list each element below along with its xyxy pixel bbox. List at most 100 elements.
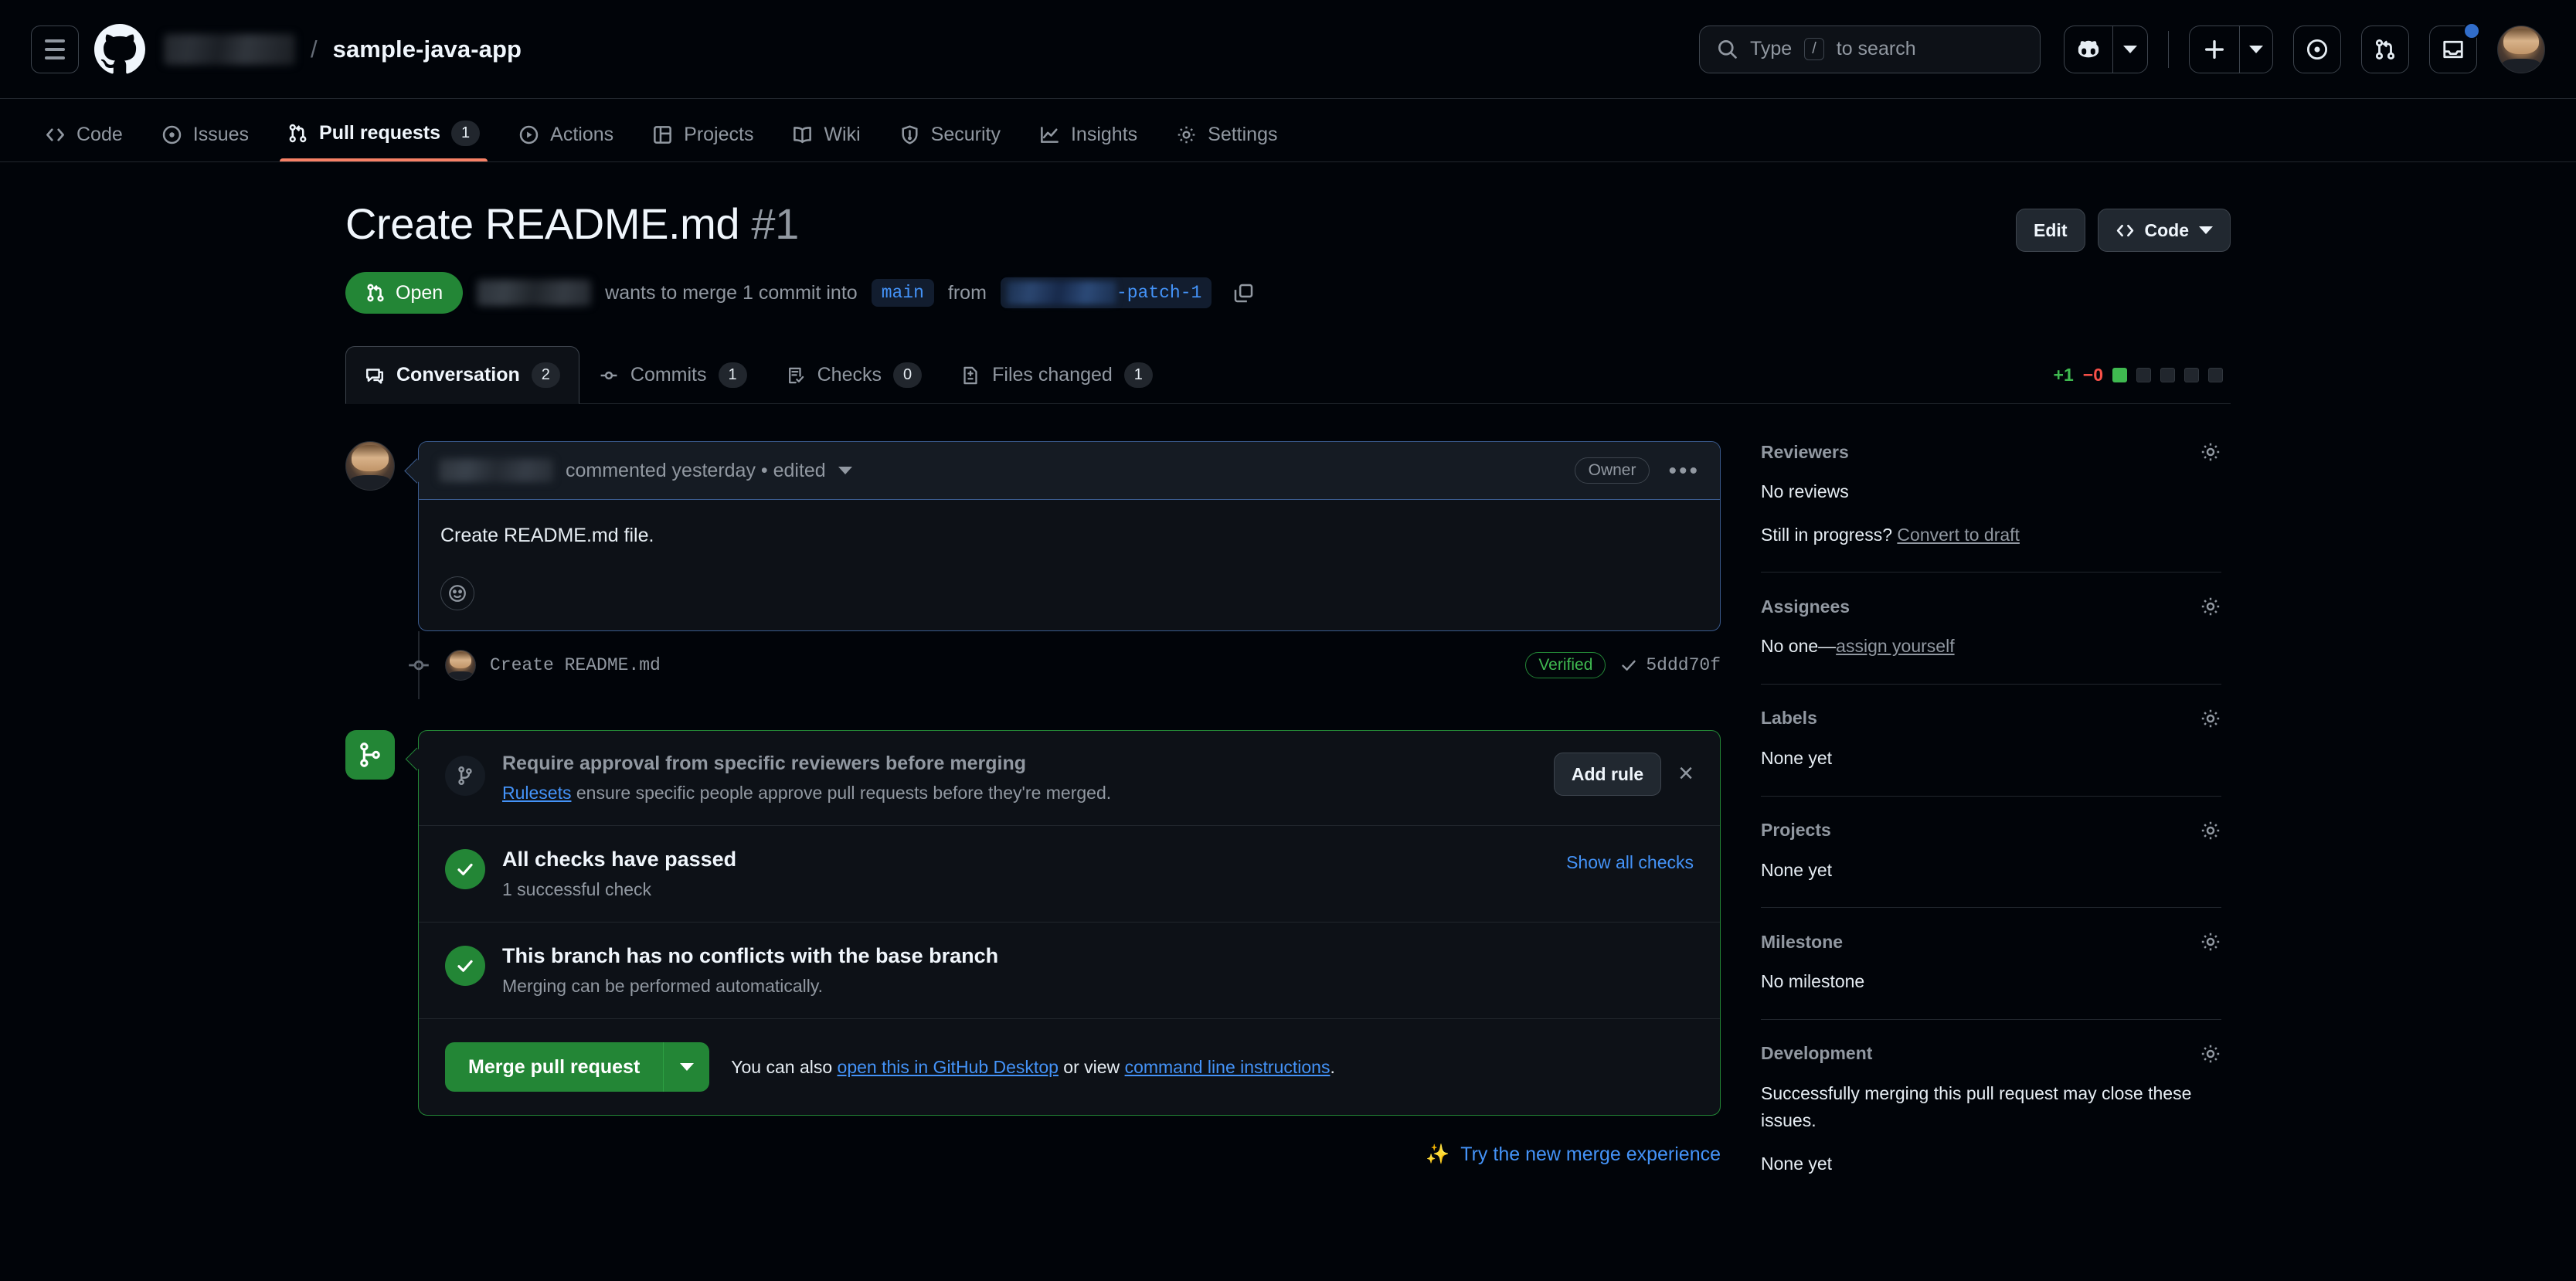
user-avatar[interactable] [2497,25,2545,73]
add-reaction-button[interactable] [440,576,474,610]
nav-label: Code [76,124,123,146]
try-new-merge-experience[interactable]: ✨ Try the new merge experience [345,1143,1721,1166]
checklist-icon [786,365,806,386]
merge-pull-request-button[interactable]: Merge pull request [445,1042,663,1092]
code-button[interactable]: Code [2098,209,2231,252]
pr-sidebar: Reviewers No reviews Still in progress? … [1761,441,2221,1225]
conversation-column: commented yesterday • edited Owner ••• C… [345,441,1721,1225]
commit-meta: Verified 5ddd70f [1525,652,1721,678]
command-line-instructions-link[interactable]: command line instructions [1125,1057,1330,1077]
gear-icon[interactable] [2200,820,2221,841]
tab-files-changed[interactable]: Files changed 1 [941,346,1172,404]
tab-label: Files changed [992,364,1113,386]
commit-message[interactable]: Create README.md [490,655,661,675]
commit-author-avatar[interactable] [445,650,476,681]
copilot-dropdown-button[interactable] [2112,25,2148,73]
tab-counter: 2 [532,362,560,388]
sidebar-section-assignees: Assignees No one—assign yourself [1761,596,2221,685]
nav-label: Wiki [824,124,860,146]
code-button-label: Code [2145,220,2190,241]
chevron-down-icon [2249,46,2263,53]
sidebar-section-milestone: Milestone No milestone [1761,931,2221,1020]
head-branch-label[interactable]: -patch-1 [1001,277,1212,308]
pr-header: Create README.md #1 Edit Code [345,199,2231,252]
nav-item-code[interactable]: Code [31,124,137,161]
status-badge: Open [345,272,463,314]
tab-counter: 1 [719,362,747,388]
gear-icon[interactable] [2200,1043,2221,1065]
comment-author-redacted[interactable] [439,459,553,482]
checks-status-section: All checks have passed 1 successful chec… [419,826,1720,923]
add-rule-button[interactable]: Add rule [1554,753,1661,796]
nav-item-pull-requests[interactable]: Pull requests 1 [274,121,494,161]
repo-owner-redacted[interactable] [164,34,295,65]
nav-item-settings[interactable]: Settings [1162,124,1291,161]
timeline: Create README.md Verified 5ddd70f [418,631,1721,699]
show-all-checks-link[interactable]: Show all checks [1566,848,1694,873]
sidebar-section-labels: Labels None yet [1761,708,2221,797]
close-icon[interactable]: × [1678,763,1694,784]
nav-label: Pull requests [319,122,440,144]
ruleset-desc-text: ensure specific people approve pull requ… [571,783,1111,803]
sidebar-section-development: Development Successfully merging this pu… [1761,1043,2221,1201]
pr-author-redacted[interactable] [477,280,591,306]
tab-counter: 0 [893,362,922,388]
gear-glyph [2200,820,2221,841]
commit-timeline-item: Create README.md Verified 5ddd70f [406,631,1721,699]
github-logo-icon[interactable] [94,24,145,75]
hamburger-menu-icon[interactable] [31,25,79,73]
global-header: / sample-java-app Type / to search [0,0,2576,99]
sidebar-title: Milestone [1761,932,1843,953]
gear-glyph [2200,931,2221,953]
your-issues-button[interactable] [2293,25,2341,73]
nav-item-insights[interactable]: Insights [1025,124,1151,161]
base-branch-label[interactable]: main [872,279,934,307]
nav-item-projects[interactable]: Projects [638,124,767,161]
github-desktop-link[interactable]: open this in GitHub Desktop [838,1057,1059,1077]
gear-icon[interactable] [2200,441,2221,463]
nav-item-issues[interactable]: Issues [148,124,263,161]
checks-subtitle: 1 successful check [502,879,736,900]
nav-item-wiki[interactable]: Wiki [778,124,874,161]
notifications-button[interactable] [2429,25,2477,73]
tab-conversation[interactable]: Conversation 2 [345,346,579,404]
repo-name-link[interactable]: sample-java-app [333,36,522,63]
create-new-dropdown-button[interactable] [2239,25,2273,73]
gear-icon[interactable] [2200,708,2221,729]
git-merge-icon [345,730,395,780]
check-icon [454,858,476,880]
kebab-horizontal-icon[interactable]: ••• [1662,463,1700,479]
gear-icon[interactable] [2200,596,2221,617]
tab-commits[interactable]: Commits 1 [579,346,766,404]
nav-item-actions[interactable]: Actions [505,124,627,161]
tab-checks[interactable]: Checks 0 [766,346,942,404]
comment-icon [365,365,385,386]
chevron-down-icon[interactable] [838,467,852,474]
reviewers-draft-row: Still in progress? Convert to draft [1761,522,2221,549]
assign-yourself-link[interactable]: assign yourself [1836,636,1954,656]
copy-icon [1232,282,1255,304]
diff-block-on [2112,368,2127,382]
search-input[interactable]: Type / to search [1699,25,2041,73]
nav-item-security[interactable]: Security [885,124,1014,161]
try-new-merge-link[interactable]: Try the new merge experience [1460,1143,1721,1166]
gear-icon[interactable] [2200,931,2221,953]
edit-button[interactable]: Edit [2016,209,2085,252]
git-branch-glyph [455,766,475,786]
comment-author-avatar[interactable] [345,441,395,491]
copilot-button[interactable] [2064,25,2112,73]
merge-options-dropdown-button[interactable] [663,1042,709,1092]
convert-to-draft-link[interactable]: Convert to draft [1897,525,2020,545]
comment-thread: commented yesterday • edited Owner ••• C… [345,441,1721,631]
commit-sha[interactable]: 5ddd70f [1619,655,1721,675]
verified-badge: Verified [1525,652,1606,678]
create-new-button[interactable] [2189,25,2239,73]
projects-value: None yet [1761,857,2221,885]
your-pull-requests-button[interactable] [2361,25,2409,73]
diff-deletions: −0 [2083,365,2103,386]
rulesets-link[interactable]: Rulesets [502,783,571,803]
search-icon [1717,39,1738,59]
edit-button-label: Edit [2034,220,2067,241]
copy-branch-button[interactable] [1225,275,1261,311]
tab-counter: 1 [1124,362,1153,388]
